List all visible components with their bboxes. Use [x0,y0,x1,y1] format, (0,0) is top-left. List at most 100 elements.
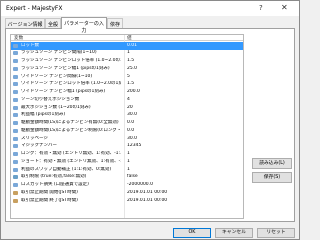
parameter-row[interactable]: ロスカット損失 (口座通貨で設定) -2000000.0 [11,182,243,190]
numeric-type-icon [13,159,18,164]
parameter-name: 最大ポジション数 (1~20の1刻み) [21,104,91,110]
parameter-row[interactable]: ラッシュゾーン ナンピン幅1 (pipsの1刻み) 25.0 [11,65,243,73]
numeric-type-icon [13,90,18,94]
parameter-value[interactable]: 1 [127,167,239,173]
parameter-row[interactable]: マジックナンバー 12345 [11,143,243,151]
datetime-type-icon [13,198,18,203]
numeric-type-icon [13,82,18,87]
parameters-panel: 変数 値 ロット数 0.01 ラッシュゾーン ナンピン間隔(1~10) 1 ラッシュゾー… [5,28,295,222]
parameter-row[interactable]: 最大ポジション数 (1~20の1刻み) 20 [11,104,243,112]
parameter-name: ラッシュゾーン ナンピン幅1 (pipsの1刻み) [21,65,110,71]
parameter-row[interactable]: ワイドゾーン ナンピン間隔(1~10) 5 [11,73,243,81]
parameter-name: 利益のスワップ自動補正 (1:1:有効、0:無効) [21,166,112,172]
numeric-type-icon [13,136,18,141]
numeric-type-icon [13,59,18,63]
parameter-name: ワイドゾーン ナンピン幅1 (pipsの1刻み) [21,89,106,95]
numeric-type-icon [13,66,18,71]
parameter-value[interactable]: 30.0 [127,112,239,118]
parameter-row[interactable]: ゾーン切り替えポジション数 4 [11,96,243,104]
parameter-name: ラッシュゾーン ナンピン間隔(1~10) [21,50,97,56]
parameter-value[interactable]: 1.5 [127,58,239,64]
parameter-value[interactable]: 25.0 [127,66,239,72]
parameter-row[interactable]: ラッシュゾーン ナンピン間隔(1~10) 1 [11,50,243,58]
parameter-row[interactable]: 駆動金額時間(LS)によるナンピン有無(0:全無効) 0.0 [11,120,243,128]
parameter-value[interactable]: 1 [127,50,239,56]
numeric-type-icon [13,144,18,149]
parameter-name: 駆動金額時間(LS)によるナンピン制限(0:ロング・ショート同時) [21,127,121,133]
ok-button[interactable]: OK [173,228,211,238]
column-header-variable[interactable]: 変数 [14,35,23,41]
cancel-button[interactable]: キャンセル [215,228,253,238]
parameter-name: 駆動金額時間(LS)によるナンピン有無(0:全無効) [21,120,119,126]
parameter-value[interactable]: 2019.01.01 00:00 [127,198,239,204]
parameter-row[interactable]: 利益幅 (pipsの1刻み) 30.0 [11,112,243,120]
boolean-type-icon [13,175,18,180]
parameter-name: ロット数 [21,42,39,48]
tab-dependencies[interactable]: 依存 [107,18,123,28]
parameter-value[interactable]: 0.0 [127,128,239,134]
parameter-row[interactable]: ショート：有効・無効 (エントリ無効、1:有効、-1:… 1 [11,158,243,166]
parameter-value[interactable]: 200.0 [127,89,239,95]
parameter-row[interactable]: 駆動金額時間(LS)によるナンピン制限(0:ロング・ショート同時) 0.0 [11,127,243,135]
expert-dialog: Expert - MajestyFX ? ✕ バージョン情報 全般 パラメーター… [0,0,300,240]
parameter-value[interactable]: 4 [127,97,239,103]
numeric-type-icon [13,43,18,48]
parameter-name: ワイドゾーン ナンピンロット倍率 (1.0~2.0の1刻み) [21,81,121,87]
parameter-value[interactable]: -2000000.0 [127,182,239,188]
parameter-name: ゾーン切り替えポジション数 [21,96,80,102]
load-button[interactable]: 読み込み(L) [252,158,292,169]
parameter-row[interactable]: 利益のスワップ自動補正 (1:1:有効、0:無効) 1 [11,166,243,174]
numeric-type-icon [13,97,18,102]
window-title: Expert - MajestyFX [6,5,63,12]
numeric-type-icon [13,74,18,79]
parameter-row[interactable]: ラッシュゾーン ナンピンロット倍率 (1.0~2.0の1刻み) 1.5 [11,58,243,66]
column-header-value[interactable]: 値 [127,35,132,41]
save-button[interactable]: 保存(S) [252,172,292,183]
parameter-name: ロング：有効・無効 (エントリ無効、1:有効、-1:… [21,151,121,157]
datetime-type-icon [13,190,18,195]
parameters-grid: 変数 値 ロット数 0.01 ラッシュゾーン ナンピン間隔(1~10) 1 ラッシュゾー… [10,34,244,219]
parameter-row[interactable]: ワイドゾーン ナンピン幅1 (pipsの1刻み) 200.0 [11,89,243,97]
help-button[interactable]: ? [259,4,263,12]
parameter-value[interactable]: 5 [127,74,239,80]
parameter-value[interactable]: 30.0 [127,136,239,142]
reset-button[interactable]: リセット [257,228,295,238]
parameter-name: 利益幅 (pipsの1刻み) [21,112,66,118]
numeric-type-icon [13,152,18,156]
numeric-type-icon [13,51,18,56]
tab-version-info[interactable]: バージョン情報 [5,18,45,28]
parameter-name: 取引制限 (true:有効,false:無効) [21,174,87,180]
tab-input-parameters[interactable]: パラメーターの入力 [61,17,107,34]
tab-general[interactable]: 全般 [45,18,61,28]
parameter-row[interactable]: 取引制限 (true:有効,false:無効) false [11,174,243,182]
numeric-type-icon [13,167,18,172]
numeric-type-icon [13,121,18,125]
parameter-name: ロスカット損失 (口座通貨で設定) [21,182,89,188]
numeric-type-icon [13,128,18,133]
parameter-row[interactable]: ロット数 0.01 [11,42,243,50]
parameter-row[interactable]: 取引禁止期間 終了(JST時間) 2019.01.01 00:00 [11,197,243,205]
parameter-row[interactable]: ワイドゾーン ナンピンロット倍率 (1.0~2.0の1刻み) 1.5 [11,81,243,89]
numeric-type-icon [13,113,18,118]
parameter-value[interactable]: 12345 [127,143,239,149]
close-button[interactable]: ✕ [281,3,288,12]
parameter-value[interactable]: false [127,174,239,180]
parameter-value[interactable]: 0.01 [127,43,239,49]
parameter-value[interactable]: 0.0 [127,120,239,126]
parameter-value[interactable]: 2019.01.01 00:00 [127,190,239,196]
parameter-name: ワイドゾーン ナンピン間隔(1~10) [21,73,93,79]
parameter-name: スリッページ [21,135,48,141]
parameter-row[interactable]: 取引禁止期間 開始(JST時間) 2019.01.01 00:00 [11,189,243,197]
parameter-row[interactable]: スリッページ 30.0 [11,135,243,143]
parameter-value[interactable]: 1.5 [127,81,239,87]
parameter-value[interactable]: 1 [127,151,239,157]
parameter-rows: ロット数 0.01 ラッシュゾーン ナンピン間隔(1~10) 1 ラッシュゾーン ナンピ… [11,42,243,205]
numeric-type-icon [13,183,18,187]
parameter-name: マジックナンバー [21,143,57,149]
title-bar: Expert - MajestyFX ? ✕ [1,1,299,16]
parameter-name: ラッシュゾーン ナンピンロット倍率 (1.0~2.0の1刻み) [21,58,121,64]
parameter-value[interactable]: 1 [127,159,239,165]
parameter-value[interactable]: 20 [127,105,239,111]
parameter-row[interactable]: ロング：有効・無効 (エントリ無効、1:有効、-1:… 1 [11,151,243,159]
parameter-name: 取引禁止期間 開始(JST時間) [21,189,78,195]
